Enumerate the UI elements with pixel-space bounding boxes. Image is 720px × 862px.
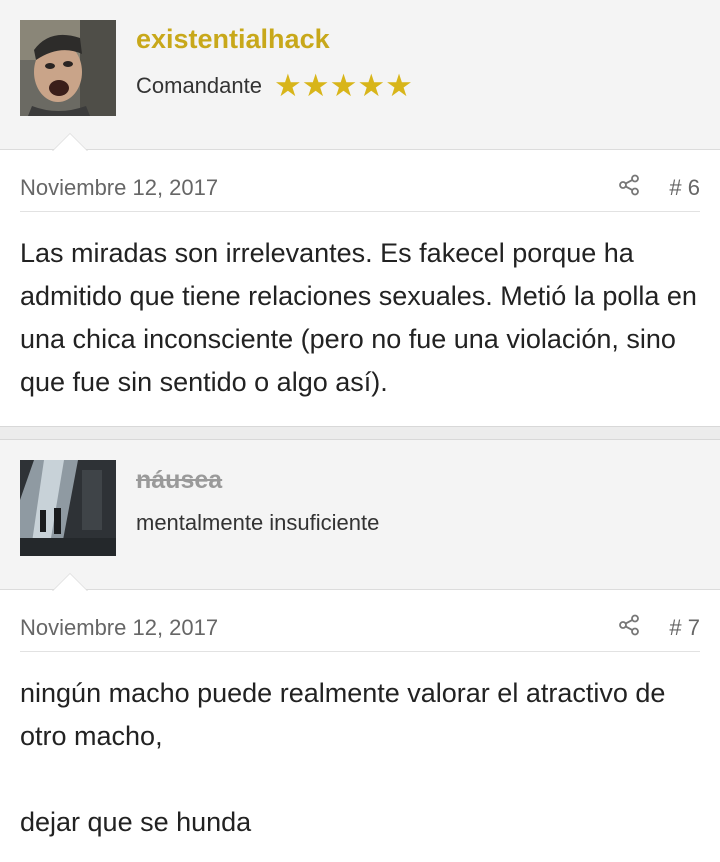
post-body-line: dejar que se hunda [20, 807, 252, 837]
username-banned[interactable]: náusea [136, 466, 222, 495]
user-title: Comandante ★★★★★ [136, 70, 413, 101]
user-header: náusea mentalmente insuficiente [0, 440, 720, 591]
post-6: existentialhack Comandante ★★★★★ Noviemb… [0, 0, 720, 426]
share-icon[interactable] [618, 614, 640, 636]
post-date[interactable]: Noviembre 12, 2017 [20, 175, 218, 201]
post-body: Las miradas son irrelevantes. Es fakecel… [20, 238, 697, 397]
user-title-text: mentalmente insuficiente [136, 510, 380, 535]
user-avatar[interactable] [20, 20, 116, 116]
post-body: ningún macho puede realmente valorar el … [0, 652, 720, 862]
post-7: náusea mentalmente insuficiente Noviembr… [0, 440, 720, 862]
post-meta: Noviembre 12, 2017 # 7 [20, 590, 700, 652]
post-date[interactable]: Noviembre 12, 2017 [20, 615, 218, 641]
post-meta: Noviembre 12, 2017 # 6 [20, 150, 700, 212]
rank-stars: ★★★★★ [273, 68, 413, 103]
username[interactable]: existentialhack [136, 24, 330, 55]
post-number[interactable]: # 7 [669, 615, 700, 641]
post-body-line: ningún macho puede realmente valorar el … [20, 678, 666, 751]
user-avatar[interactable] [20, 460, 116, 556]
user-title: mentalmente insuficiente [136, 510, 379, 536]
share-icon[interactable] [618, 174, 640, 196]
user-title-text: Comandante [136, 72, 262, 98]
user-header: existentialhack Comandante ★★★★★ [0, 0, 720, 151]
post-separator [0, 426, 720, 440]
post-number[interactable]: # 6 [669, 175, 700, 201]
